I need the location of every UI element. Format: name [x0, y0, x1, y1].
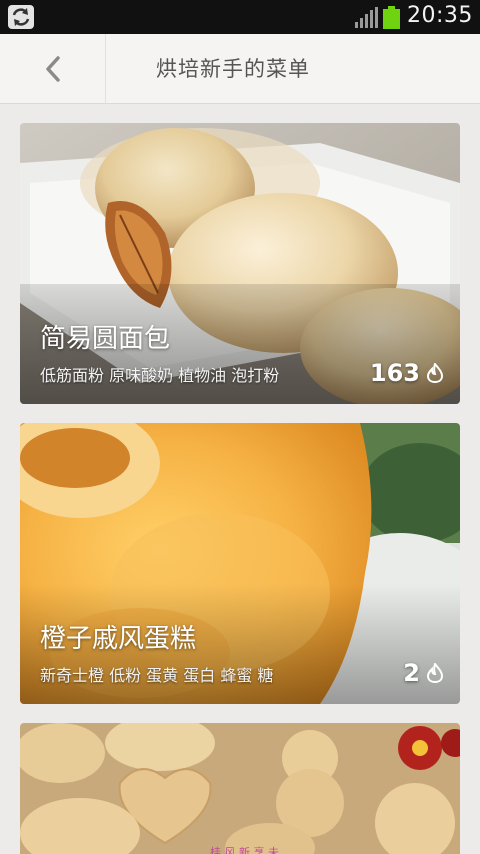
back-button[interactable] — [0, 34, 106, 104]
watermark-text: 桂 风 新 烹 未 — [210, 845, 279, 854]
status-clock: 20:35 — [407, 3, 473, 28]
recipe-count-value: 2 — [403, 659, 420, 687]
recipe-card[interactable]: 桂 风 新 烹 未 — [20, 723, 460, 854]
page-title: 烘培新手的菜单 — [156, 57, 310, 81]
recipe-count: 163 — [370, 359, 444, 387]
recipe-card[interactable]: 橙子戚风蛋糕 新奇士橙 低粉 蛋黄 蛋白 蜂蜜 糖 2 — [20, 423, 460, 704]
flame-icon — [426, 363, 444, 383]
recipe-count: 2 — [403, 659, 444, 687]
battery-icon — [383, 6, 400, 29]
signal-icon — [354, 7, 378, 28]
flame-icon — [426, 663, 444, 683]
title-bar: 烘培新手的菜单 — [0, 34, 480, 104]
recipe-count-value: 163 — [369, 359, 420, 387]
recipe-photo: 桂 风 新 烹 未 — [20, 723, 460, 854]
status-bar: 20:35 — [0, 0, 480, 34]
recipe-ingredients: 低筋面粉 原味酸奶 植物油 泡打粉 — [40, 366, 280, 385]
recipe-card[interactable]: 简易圆面包 低筋面粉 原味酸奶 植物油 泡打粉 163 — [20, 123, 460, 404]
recipe-feed[interactable]: 简易圆面包 低筋面粉 原味酸奶 植物油 泡打粉 163 橙子戚风蛋糕 新奇士橙 … — [20, 123, 460, 854]
recipe-title: 简易圆面包 — [40, 324, 171, 354]
chevron-left-icon — [46, 56, 60, 82]
recipe-title: 橙子戚风蛋糕 — [40, 624, 197, 654]
recipe-ingredients: 新奇士橙 低粉 蛋黄 蛋白 蜂蜜 糖 — [40, 666, 274, 685]
sync-icon — [8, 5, 34, 29]
